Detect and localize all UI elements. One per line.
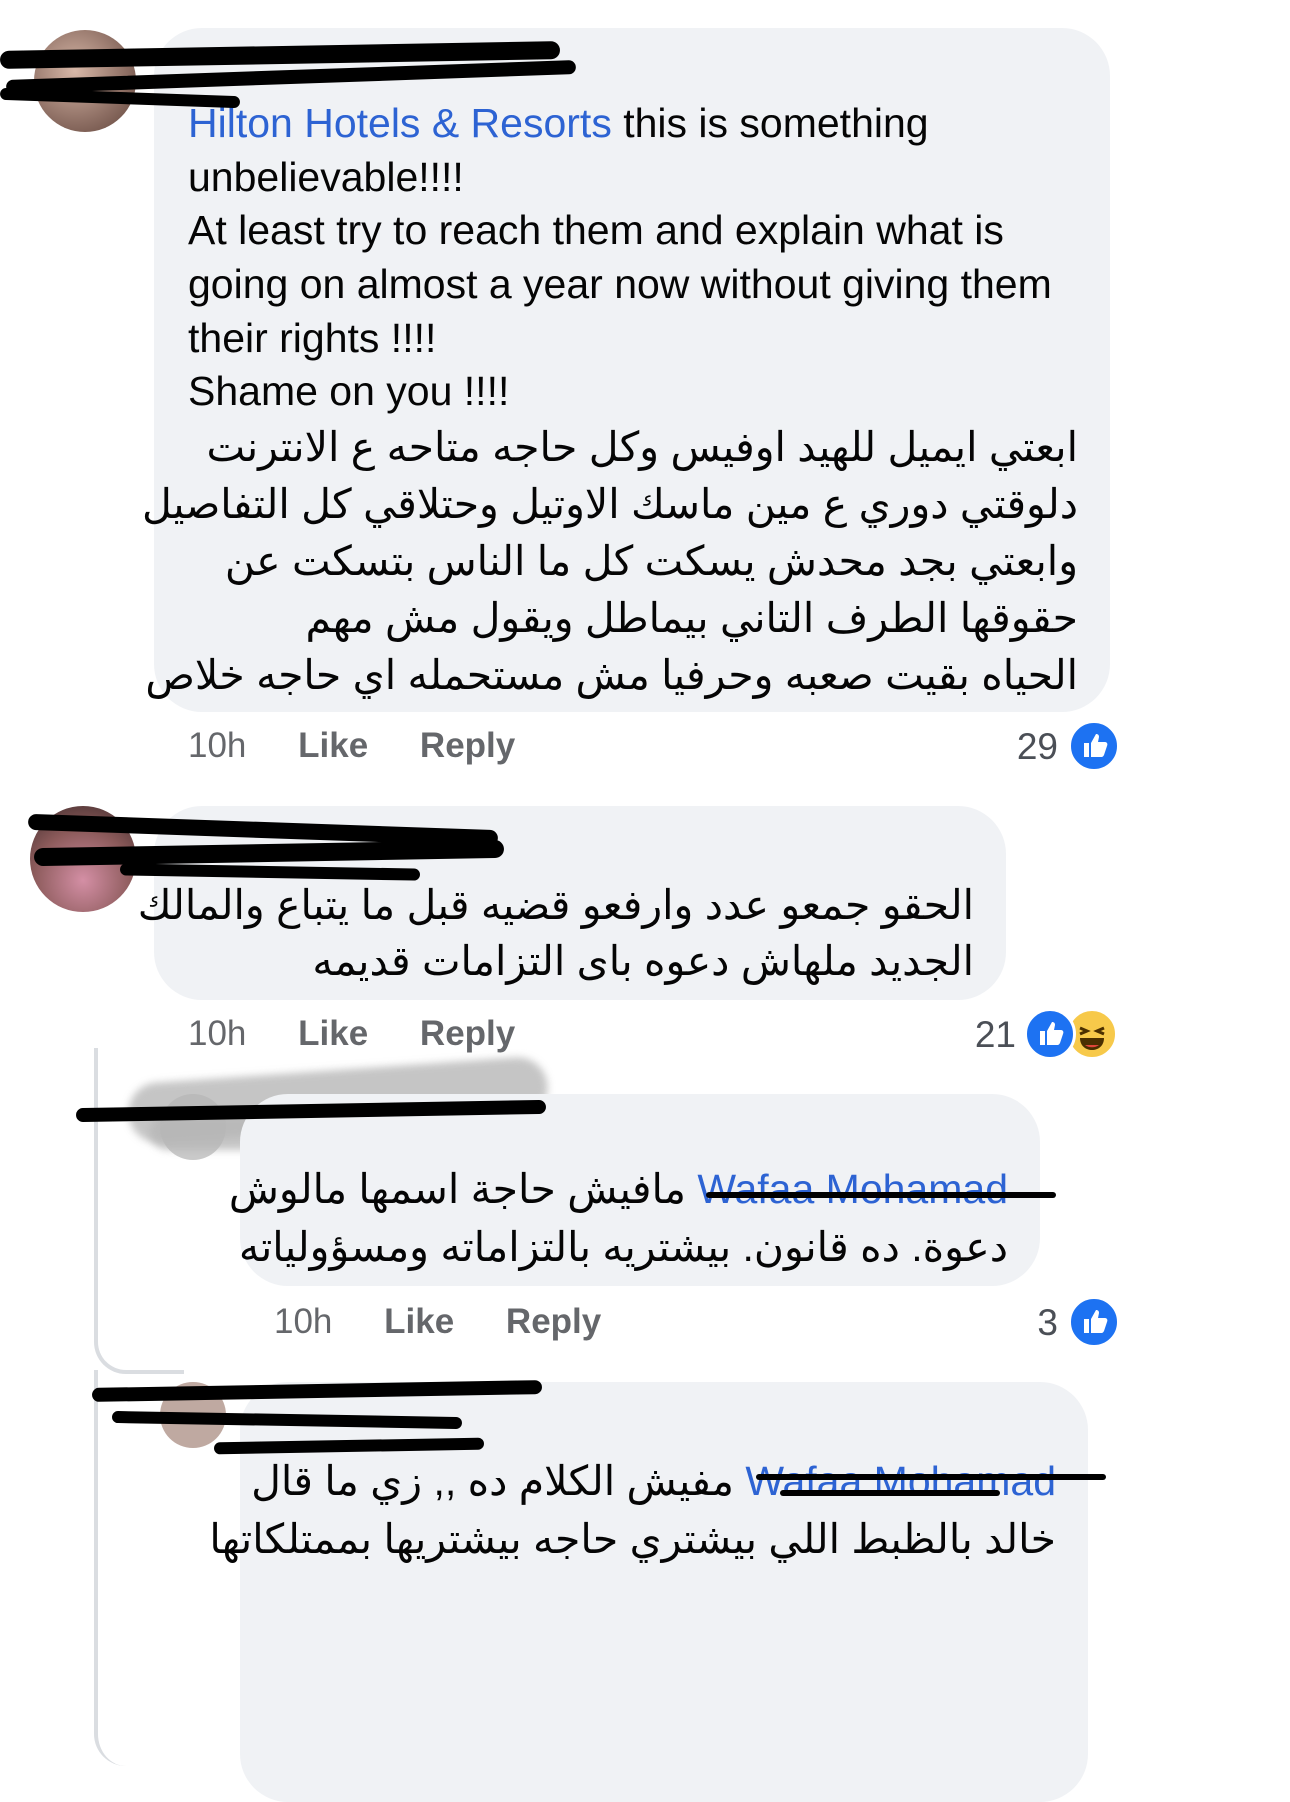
comment-line-arabic: Wafaa Mohamad مفيش الكلام ده ,, زي ما قا… xyxy=(251,1452,1056,1510)
like-button[interactable]: Like xyxy=(298,1014,368,1053)
like-icon[interactable] xyxy=(1068,720,1120,772)
comment-line-arabic: الحقو جمعو عدد وارفعو قضيه قبل ما يتباع … xyxy=(137,882,974,928)
like-button[interactable]: Like xyxy=(384,1302,454,1341)
comment-line-arabic: حقوقها الطرف التاني بيماطل ويقول مش مهم xyxy=(305,595,1078,641)
comment-actions: 10h Like Reply xyxy=(188,726,515,766)
like-icon[interactable] xyxy=(1024,1008,1076,1060)
reaction-count[interactable]: 21 xyxy=(950,1014,1016,1056)
mention-link[interactable]: Wafaa Mohamad xyxy=(697,1166,1008,1212)
comment-time[interactable]: 10h xyxy=(274,1302,332,1341)
comment-line-arabic: ابعتي ايميل للهيد اوفيس وكل حاجه متاحه ع… xyxy=(206,424,1078,470)
comment-text: مفيش الكلام ده ,, زي ما قال xyxy=(251,1458,734,1504)
comment-line-arabic: دعوة. ده قانون. بيشتريه بالتزاماته ومسؤو… xyxy=(238,1224,1008,1270)
comment-line-arabic: خالد بالظبط اللي بيشتري حاجه بيشتريها بم… xyxy=(209,1516,1056,1562)
mention-strike xyxy=(780,1490,1000,1496)
reply-button[interactable]: Reply xyxy=(506,1302,601,1341)
comment-time[interactable]: 10h xyxy=(188,1014,246,1053)
reaction-count[interactable]: 3 xyxy=(1000,1302,1058,1344)
comment-time[interactable]: 10h xyxy=(188,726,246,765)
comment-line: unbelievable!!!! xyxy=(188,154,464,200)
reaction-count[interactable]: 29 xyxy=(990,726,1058,768)
comment-text: مافيش حاجة اسمها مالوش xyxy=(228,1166,686,1212)
like-icon[interactable] xyxy=(1068,1296,1120,1348)
comment-actions: 10h Like Reply xyxy=(274,1302,601,1342)
mention-strike xyxy=(756,1474,1106,1480)
mention-link[interactable]: Hilton Hotels & Resorts xyxy=(188,100,612,146)
comment-line-arabic: الحياه بقيت صعبه وحرفيا مش مستحمله اي حا… xyxy=(145,652,1078,698)
comment-bubble: Hilton Hotels & Resorts this is somethin… xyxy=(142,28,1110,712)
mention-strike xyxy=(706,1192,1056,1198)
mention-link[interactable]: Wafaa Mohamad xyxy=(745,1458,1056,1504)
comment-line-arabic: وابعتي بجد محدش يسكت كل ما الناس بتسكت ع… xyxy=(224,538,1078,584)
comment-line: Hilton Hotels & Resorts this is somethin… xyxy=(188,94,929,152)
comment-line-arabic: دلوقتي دوري ع مين ماسك الاوتيل وحتلاقي ك… xyxy=(142,481,1078,527)
comment-line: going on almost a year now without givin… xyxy=(188,261,1052,307)
like-button[interactable]: Like xyxy=(298,726,368,765)
comment-line-arabic: الجديد ملهاش دعوه باى التزامات قديمه xyxy=(312,938,974,984)
comment-actions: 10h Like Reply xyxy=(188,1014,515,1054)
reply-button[interactable]: Reply xyxy=(420,1014,515,1053)
comment-text: this is something xyxy=(623,100,929,146)
comment-line: their rights !!!! xyxy=(188,315,437,361)
reply-button[interactable]: Reply xyxy=(420,726,515,765)
comment-line: Shame on you !!!! xyxy=(188,368,510,414)
comment-line: At least try to reach them and explain w… xyxy=(188,207,1004,253)
commenter-name-redacted xyxy=(154,28,155,29)
comment-bubble: Wafaa Mohamad مافيش حاجة اسمها مالوش دعو… xyxy=(229,1094,1040,1286)
comment-line-arabic: Wafaa Mohamad مافيش حاجة اسمها مالوش xyxy=(229,1160,1008,1218)
